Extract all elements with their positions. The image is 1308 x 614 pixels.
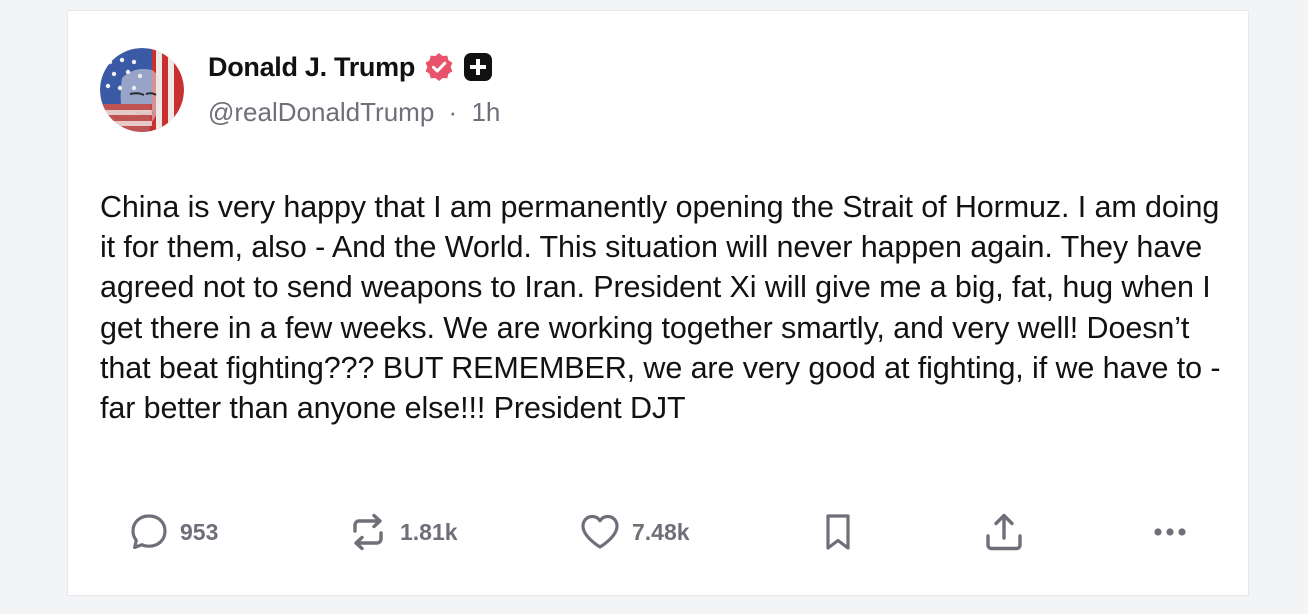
retruth-icon (346, 511, 390, 553)
heart-icon (578, 511, 622, 553)
avatar[interactable] (100, 48, 184, 132)
post-text: China is very happy that I am permanentl… (100, 190, 1221, 426)
author-display-name[interactable]: Donald J. Trump (208, 52, 415, 83)
verified-badge-icon (423, 51, 455, 83)
meta-separator: · (448, 97, 458, 127)
reply-count: 953 (180, 518, 219, 545)
share-button[interactable] (982, 508, 1026, 556)
like-count: 7.48k (632, 518, 690, 545)
reply-icon (128, 511, 170, 553)
author-handle[interactable]: @realDonaldTrump (208, 97, 434, 127)
author-name-row: Donald J. Trump (208, 49, 493, 85)
retruth-button[interactable]: 1.81k (346, 508, 458, 556)
more-options-button[interactable] (1148, 508, 1192, 556)
share-icon (982, 510, 1026, 554)
retruth-count: 1.81k (400, 518, 458, 545)
bookmark-button[interactable] (820, 508, 856, 556)
bookmark-icon (820, 511, 856, 553)
post-timestamp[interactable]: 1h (471, 97, 500, 127)
reply-button[interactable]: 953 (128, 508, 218, 556)
more-options-icon (1148, 522, 1192, 542)
like-button[interactable]: 7.48k (578, 508, 690, 556)
author-meta: @realDonaldTrump · 1h (208, 97, 500, 128)
post-actions: 953 1.81k 7.48k (100, 508, 1200, 556)
plus-badge-icon (463, 52, 493, 82)
